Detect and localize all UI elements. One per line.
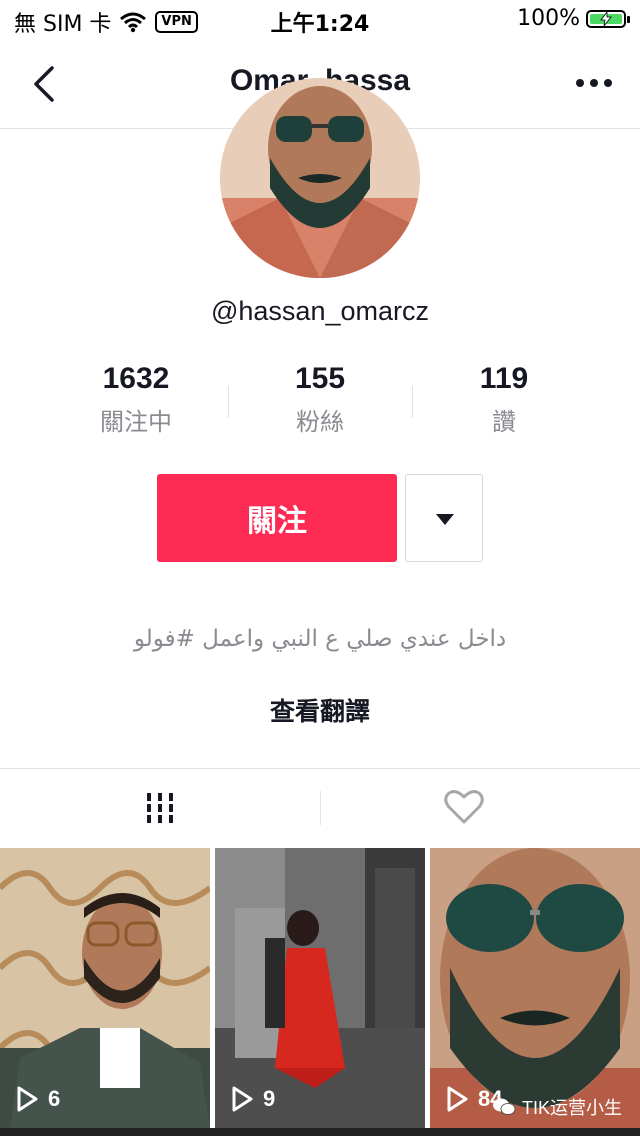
avatar[interactable] xyxy=(220,78,420,278)
avatar-image xyxy=(220,78,420,278)
video-views-count: 6 xyxy=(48,1086,61,1111)
stat-following-label: 關注中 xyxy=(100,408,172,436)
tab-videos[interactable] xyxy=(0,769,320,847)
stat-likes-value: 119 xyxy=(479,362,529,395)
stat-likes-label: 讚 xyxy=(492,408,516,436)
video-thumbnail[interactable]: 6 xyxy=(0,848,210,1128)
bottom-strip xyxy=(0,1128,640,1136)
stat-followers-label: 粉絲 xyxy=(296,408,344,436)
video-views: 6 xyxy=(16,1086,60,1112)
stat-likes[interactable]: 119 讚 xyxy=(412,362,596,437)
stat-following-value: 1632 xyxy=(102,362,170,395)
wechat-icon xyxy=(492,1098,516,1115)
videos-grid-icon xyxy=(147,793,173,823)
profile-handle: @hassan_omarcz xyxy=(210,296,429,326)
tab-liked[interactable] xyxy=(320,769,640,847)
video-views: 9 xyxy=(231,1086,275,1112)
charging-bolt-icon xyxy=(600,11,612,26)
heart-outline-icon xyxy=(444,790,484,824)
triangle-down-icon xyxy=(436,514,454,525)
more-horizontal-icon[interactable] xyxy=(574,68,614,98)
play-icon xyxy=(447,1086,468,1112)
stat-followers[interactable]: 155 粉絲 xyxy=(228,362,412,437)
profile-tabs xyxy=(0,768,640,847)
video-thumbnail[interactable]: 84 xyxy=(430,848,640,1128)
status-bar: 無 SIM 卡 VPN 上午1:24 100% xyxy=(0,0,640,40)
watermark-text: TIK运营小生 xyxy=(521,1098,622,1118)
suggested-accounts-button[interactable] xyxy=(405,474,483,562)
status-right: 100% xyxy=(517,6,630,31)
follow-button[interactable]: 關注 xyxy=(157,474,397,562)
video-views-count: 9 xyxy=(263,1086,276,1111)
stat-following[interactable]: 1632 關注中 xyxy=(44,362,228,437)
play-icon xyxy=(232,1086,253,1112)
play-icon xyxy=(17,1086,38,1112)
battery-percent: 100% xyxy=(517,6,580,31)
profile-bio: داخل عندي صلي ع النبي واعمل #فولو xyxy=(133,626,507,652)
video-thumbnail[interactable]: 9 xyxy=(215,848,425,1128)
battery-icon xyxy=(586,9,630,28)
watermark: TIK运营小生 xyxy=(492,1094,622,1120)
see-translation-link[interactable]: 查看翻譯 xyxy=(0,692,640,728)
stat-followers-value: 155 xyxy=(294,362,346,395)
